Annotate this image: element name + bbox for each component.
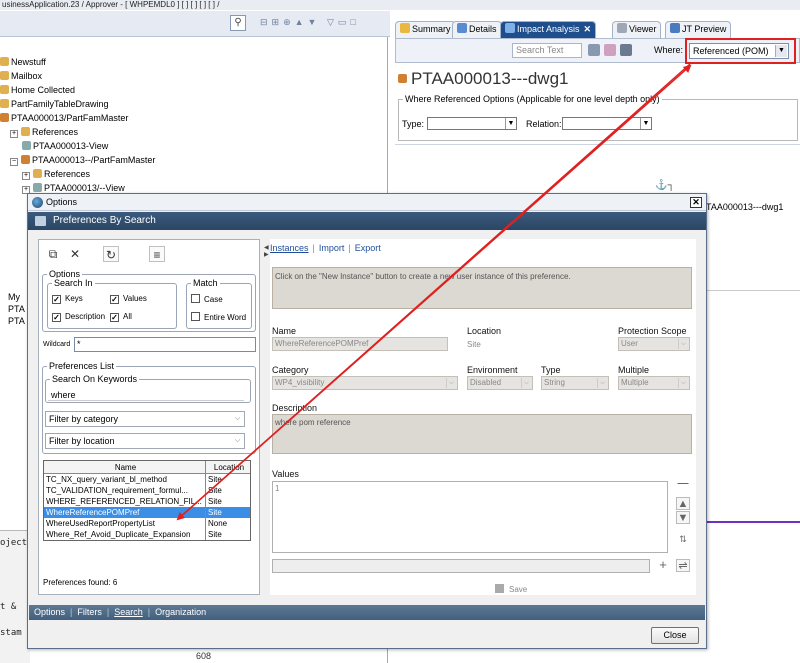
annotation-arrows	[176, 63, 692, 521]
annotation-arrow	[177, 64, 692, 520]
